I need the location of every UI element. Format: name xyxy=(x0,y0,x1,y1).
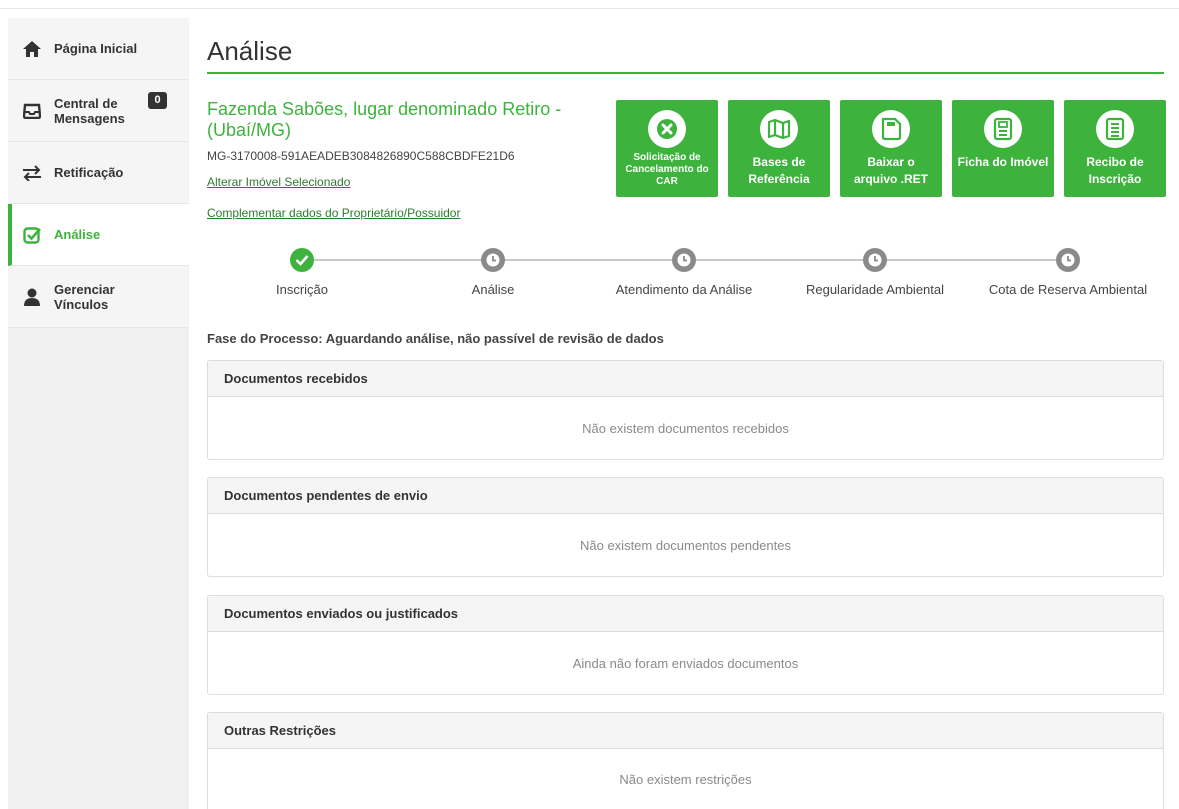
sidebar-item-analysis[interactable]: Análise xyxy=(8,204,189,266)
step-label: Análise xyxy=(471,282,515,297)
sidebar-item-label: Análise xyxy=(54,227,101,242)
ret-file-icon xyxy=(872,110,910,148)
sidebar-item-label: Retificação xyxy=(54,165,124,180)
panel-empty-message: Ainda não foram enviados documentos xyxy=(572,655,799,671)
property-name: Fazenda Sabões, lugar denominado Retiro … xyxy=(207,99,562,140)
action-buttons: Solicitação de Cancelamento do CAR Bases… xyxy=(616,100,1166,197)
sidebar: Página Inicial Central de Mensagens 0 Re… xyxy=(8,18,189,809)
steps-connector-line xyxy=(889,259,1069,261)
cancel-circle-icon xyxy=(648,110,686,148)
action-label: Recibo de Inscrição xyxy=(1086,155,1144,186)
panel-title: Outras Restrições xyxy=(208,713,1163,749)
download-ret-button[interactable]: Baixar o arquivo .RET xyxy=(840,100,942,197)
panel-pending-documents: Documentos pendentes de envio Não existe… xyxy=(207,477,1164,577)
panel-other-restrictions: Outras Restrições Não existem restrições xyxy=(207,712,1164,809)
home-icon xyxy=(22,39,42,59)
sidebar-item-links[interactable]: Gerenciar Vínculos xyxy=(8,266,189,328)
main-content: Análise Fazenda Sabões, lugar denominado… xyxy=(207,0,1166,809)
sidebar-item-messages[interactable]: Central de Mensagens 0 xyxy=(8,80,189,142)
action-label: Bases de Referência xyxy=(748,155,810,186)
change-property-link[interactable]: Alterar Imóvel Selecionado xyxy=(207,175,350,189)
sidebar-item-home[interactable]: Página Inicial xyxy=(8,18,189,80)
message-count-badge: 0 xyxy=(148,92,167,109)
process-phase-text: Fase do Processo: Aguardando análise, nã… xyxy=(207,331,664,346)
step-label: Atendimento da Análise xyxy=(615,282,753,297)
panel-empty-message: Não existem documentos recebidos xyxy=(582,420,789,436)
page-title: Análise xyxy=(207,36,293,66)
step-pending-clock-icon xyxy=(863,248,887,272)
step-label: Inscrição xyxy=(275,282,329,297)
check-square-icon xyxy=(22,225,42,245)
cancel-car-button[interactable]: Solicitação de Cancelamento do CAR xyxy=(616,100,718,197)
receipt-icon xyxy=(1096,110,1134,148)
registration-receipt-button[interactable]: Recibo de Inscrição xyxy=(1064,100,1166,197)
panel-received-documents: Documentos recebidos Não existem documen… xyxy=(207,360,1164,460)
sidebar-item-label: Página Inicial xyxy=(54,41,138,56)
step-pending-clock-icon xyxy=(672,248,696,272)
action-label: Baixar o arquivo .RET xyxy=(853,155,928,186)
sidebar-item-label: Gerenciar Vínculos xyxy=(54,281,115,312)
panel-title: Documentos enviados ou justificados xyxy=(208,596,1163,632)
step-pending-clock-icon xyxy=(481,248,505,272)
action-label: Solicitação de Cancelamento do CAR xyxy=(625,152,709,187)
panel-empty-message: Não existem restrições xyxy=(619,771,752,787)
panel-title: Documentos pendentes de envio xyxy=(208,478,1163,514)
step-label: Regularidade Ambiental xyxy=(805,282,945,297)
panel-sent-documents: Documentos enviados ou justificados Aind… xyxy=(207,595,1164,695)
inbox-icon xyxy=(22,101,42,121)
user-icon xyxy=(22,287,42,307)
map-icon xyxy=(760,110,798,148)
property-card-icon xyxy=(984,110,1022,148)
panel-title: Documentos recebidos xyxy=(208,361,1163,397)
reference-bases-button[interactable]: Bases de Referência xyxy=(728,100,830,197)
steps-connector-line xyxy=(314,259,889,261)
complement-owner-data-link[interactable]: Complementar dados do Proprietário/Possu… xyxy=(207,206,460,220)
panel-empty-message: Não existem documentos pendentes xyxy=(579,537,791,553)
step-pending-clock-icon xyxy=(1056,248,1080,272)
process-steps: Inscrição Análise Atendimento da Análise… xyxy=(207,248,1164,298)
car-registration-code: MG-3170008-591AEADEB3084826890C588CBDFE2… xyxy=(207,149,515,163)
swap-arrows-icon xyxy=(22,163,42,183)
step-done-check-icon xyxy=(290,248,314,272)
title-divider xyxy=(207,72,1164,74)
step-label: Cota de Reserva Ambiental xyxy=(988,282,1148,297)
sidebar-item-label: Central de Mensagens xyxy=(54,95,125,126)
sidebar-item-rectification[interactable]: Retificação xyxy=(8,142,189,204)
property-record-button[interactable]: Ficha do Imóvel xyxy=(952,100,1054,197)
action-label: Ficha do Imóvel xyxy=(957,155,1049,169)
